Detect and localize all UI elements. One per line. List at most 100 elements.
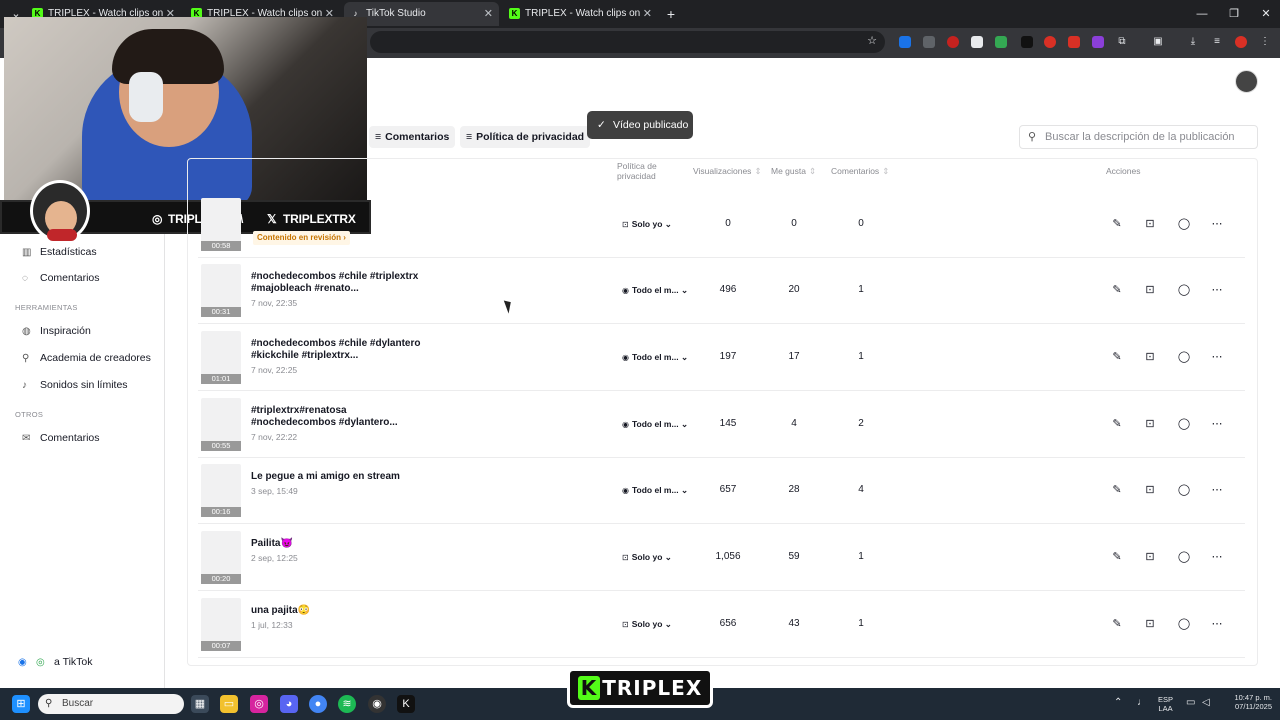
filter-privacidad[interactable]: ≡ Política de privacidad xyxy=(460,126,591,148)
more-options-icon[interactable]: ⋯ xyxy=(1209,482,1225,498)
search-input[interactable]: ⚲ Buscar la descripción de la publicación xyxy=(1019,125,1258,149)
edit-icon[interactable]: ✎ xyxy=(1109,482,1125,498)
edit-icon[interactable]: ✎ xyxy=(1109,616,1125,632)
sidepanel-icon[interactable]: ▣ xyxy=(1152,36,1164,48)
video-title[interactable]: Le pegue a mi amigo en stream xyxy=(251,471,421,483)
review-badge[interactable]: Contenido en revisión › xyxy=(253,231,350,245)
sidebar-item-estadisticas[interactable]: ▥ Estadísticas xyxy=(22,244,97,260)
extension-icon[interactable] xyxy=(1044,36,1056,48)
sidebar-item-academia[interactable]: ⚲ Academia de creadores xyxy=(22,350,151,366)
privacy-dropdown[interactable]: ⊡ Solo yo ⌄ xyxy=(622,619,672,630)
extension-icon[interactable] xyxy=(1092,36,1104,48)
comment-icon[interactable]: ◯ xyxy=(1176,282,1192,298)
extension-icon[interactable] xyxy=(1021,36,1033,48)
video-title[interactable]: Pailita😈 xyxy=(251,538,421,550)
extension-icon[interactable] xyxy=(899,36,911,48)
kick-app-icon[interactable]: K xyxy=(397,695,415,713)
comment-icon[interactable]: ◯ xyxy=(1176,482,1192,498)
table-row[interactable]: 00:58 Contenido en revisión › ⊡ Solo yo ⌄ 0 0… xyxy=(198,191,1245,258)
chrome-icon[interactable]: ● xyxy=(309,695,327,713)
browser-tab[interactable]: KTRIPLEX - Watch clips on Kick✕ xyxy=(503,2,658,43)
extension-icon[interactable] xyxy=(1068,36,1080,48)
more-options-icon[interactable]: ⋯ xyxy=(1209,416,1225,432)
col-header-views[interactable]: Visualizaciones ⇕ xyxy=(693,166,762,176)
close-window-icon[interactable]: ✕ xyxy=(1250,0,1280,28)
table-row[interactable]: 00:16 Le pegue a mi amigo en stream 3 sep,… xyxy=(198,457,1245,524)
more-options-icon[interactable]: ⋯ xyxy=(1209,216,1225,232)
more-options-icon[interactable]: ⋯ xyxy=(1209,616,1225,632)
profile-icon[interactable] xyxy=(1235,36,1247,48)
video-title[interactable]: una pajita😳 xyxy=(251,605,421,617)
edit-icon[interactable]: ✎ xyxy=(1109,549,1125,565)
promote-icon[interactable]: ⊡ xyxy=(1142,282,1158,298)
volume-icon[interactable]: ◁ xyxy=(1202,698,1210,708)
more-options-icon[interactable]: ⋯ xyxy=(1209,549,1225,565)
tray-chevron-icon[interactable]: ⌃ xyxy=(1114,698,1122,708)
restore-icon[interactable]: ❐ xyxy=(1218,0,1250,28)
avatar[interactable] xyxy=(1235,70,1258,93)
edit-icon[interactable]: ✎ xyxy=(1109,282,1125,298)
promote-icon[interactable]: ⊡ xyxy=(1142,482,1158,498)
address-bar[interactable] xyxy=(370,31,885,53)
sidebar-item-inspiracion[interactable]: ◍ Inspiración xyxy=(22,323,91,339)
col-header-comments[interactable]: Comentarios ⇕ xyxy=(831,166,889,176)
edit-icon[interactable]: ✎ xyxy=(1109,416,1125,432)
comment-icon[interactable]: ◯ xyxy=(1176,349,1192,365)
comment-icon[interactable]: ◯ xyxy=(1176,216,1192,232)
table-row[interactable]: 00:20 Pailita😈 2 sep, 12:25 ⊡ Solo yo ⌄ 1,056… xyxy=(198,524,1245,591)
sidebar-item-comentarios-otros[interactable]: ✉ Comentarios xyxy=(22,430,100,446)
minimize-icon[interactable]: — xyxy=(1186,0,1218,28)
sidebar-item-comentarios[interactable]: ◌ Comentarios xyxy=(22,270,100,286)
sidebar-item-sonidos[interactable]: ♪ Sonidos sin límites xyxy=(22,377,128,393)
spotify-icon[interactable]: ≋ xyxy=(338,695,356,713)
network-icon[interactable]: ▭ xyxy=(1186,698,1195,708)
table-row[interactable]: 00:31 #nochedecombos #chile #triplextrx #… xyxy=(198,257,1245,324)
privacy-dropdown[interactable]: ⊡ Solo yo ⌄ xyxy=(622,552,672,563)
instagram-app-icon[interactable]: ◎ xyxy=(250,695,268,713)
privacy-dropdown[interactable]: ⊡ Solo yo ⌄ xyxy=(622,219,672,230)
media-icon[interactable]: ≡ xyxy=(1211,36,1223,48)
widgets-icon[interactable]: ▦ xyxy=(191,695,209,713)
discord-icon[interactable]: ◕ xyxy=(280,695,298,713)
col-header-privacy[interactable]: Política de privacidad xyxy=(617,161,677,181)
taskbar-search[interactable]: ⚲ Buscar xyxy=(38,694,184,714)
windows-start-icon[interactable]: ⊞ xyxy=(12,695,30,713)
promote-icon[interactable]: ⊡ xyxy=(1142,616,1158,632)
extension-icon[interactable] xyxy=(923,36,935,48)
video-title[interactable]: #triplextrx#renatosa #nochedecombos #dyl… xyxy=(251,405,421,429)
more-options-icon[interactable]: ⋯ xyxy=(1209,282,1225,298)
back-to-tiktok-link[interactable]: ◉ ◎ a TikTok xyxy=(18,654,93,670)
privacy-dropdown[interactable]: ◉ Todo el m... ⌄ xyxy=(622,419,688,430)
edit-icon[interactable]: ✎ xyxy=(1109,216,1125,232)
puzzle-icon[interactable]: ⧉ xyxy=(1116,36,1128,48)
extension-icon[interactable] xyxy=(947,36,959,48)
obs-icon[interactable]: ◉ xyxy=(368,695,386,713)
new-tab-button[interactable]: + xyxy=(655,0,687,28)
edit-icon[interactable]: ✎ xyxy=(1109,349,1125,365)
clock[interactable]: 10:47 p. m. 07/11/2025 xyxy=(1222,693,1272,711)
comment-icon[interactable]: ◯ xyxy=(1176,416,1192,432)
privacy-dropdown[interactable]: ◉ Todo el m... ⌄ xyxy=(622,285,688,296)
video-title[interactable]: #nochedecombos #chile #triplextrx #majob… xyxy=(251,271,421,295)
file-explorer-icon[interactable]: ▭ xyxy=(220,695,238,713)
video-title[interactable]: #nochedecombos #chile #dylantero #kickch… xyxy=(251,338,421,362)
table-row[interactable]: 00:55 #triplextrx#renatosa #nochedecombos… xyxy=(198,391,1245,458)
privacy-dropdown[interactable]: ◉ Todo el m... ⌄ xyxy=(622,352,688,363)
comment-icon[interactable]: ◯ xyxy=(1176,616,1192,632)
privacy-dropdown[interactable]: ◉ Todo el m... ⌄ xyxy=(622,485,688,496)
extension-icon[interactable] xyxy=(971,36,983,48)
col-header-likes[interactable]: Me gusta ⇕ xyxy=(771,166,816,176)
table-row[interactable]: 00:07 una pajita😳 1 jul, 12:33 ⊡ Solo yo ⌄ 65… xyxy=(198,591,1245,658)
download-icon[interactable]: ⤓ xyxy=(1187,36,1199,48)
promote-icon[interactable]: ⊡ xyxy=(1142,549,1158,565)
promote-icon[interactable]: ⊡ xyxy=(1142,416,1158,432)
browser-tab-active[interactable]: ♪ TikTok Studio ✕ xyxy=(344,2,499,26)
browser-menu-icon[interactable]: ⋮ xyxy=(1259,36,1271,48)
comment-icon[interactable]: ◯ xyxy=(1176,549,1192,565)
close-tab-icon[interactable]: ✕ xyxy=(643,2,652,26)
extension-icon[interactable] xyxy=(995,36,1007,48)
microphone-icon[interactable]: ♩ xyxy=(1137,698,1147,708)
more-options-icon[interactable]: ⋯ xyxy=(1209,349,1225,365)
close-tab-icon[interactable]: ✕ xyxy=(484,2,493,26)
promote-icon[interactable]: ⊡ xyxy=(1142,216,1158,232)
